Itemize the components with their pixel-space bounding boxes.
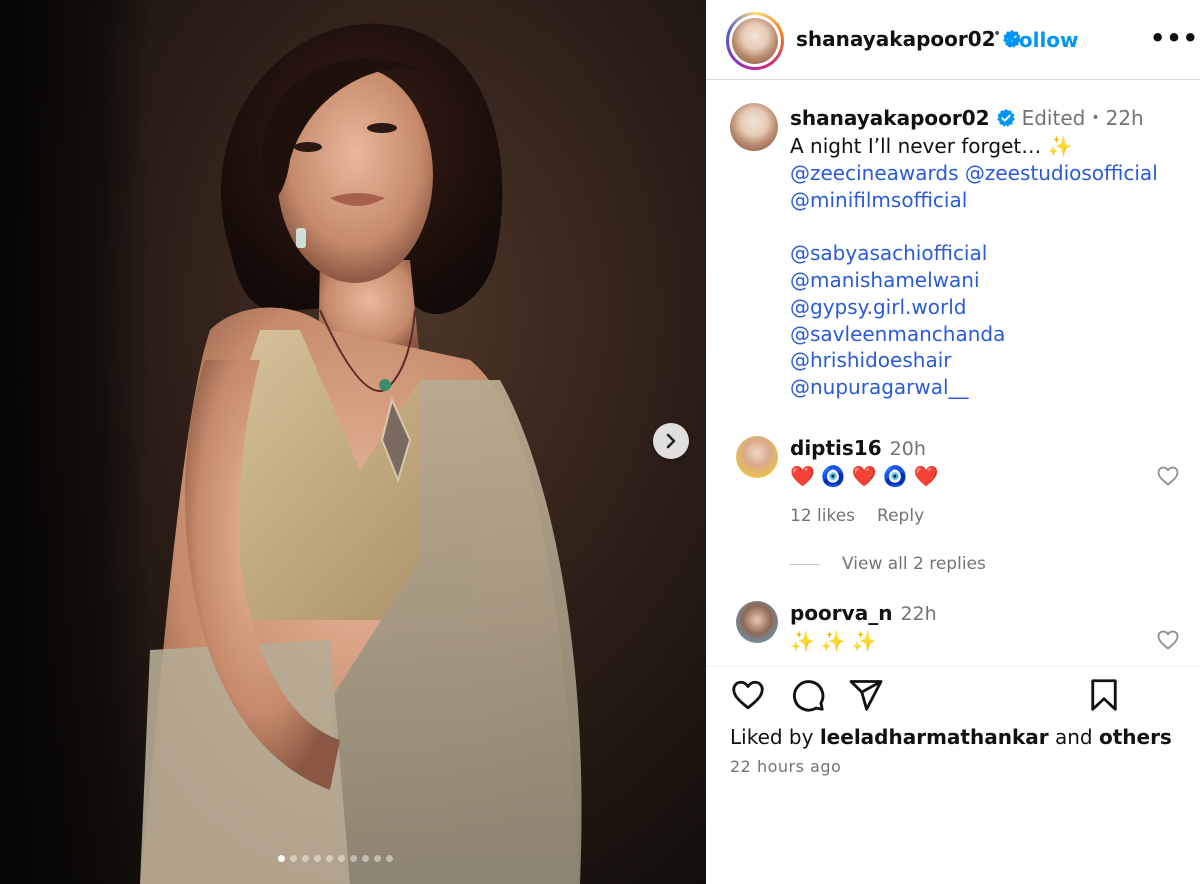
caption-separator: • bbox=[1091, 110, 1100, 126]
carousel-dot bbox=[374, 855, 381, 862]
caption-text: A night I’ll never forget… ✨ bbox=[790, 134, 1073, 158]
comment-username[interactable]: poorva_n bbox=[790, 601, 892, 625]
post-header: shanayakapoor02 • Follow ••• bbox=[706, 0, 1200, 80]
header-separator: • bbox=[993, 26, 1002, 42]
like-comment-heart-icon[interactable] bbox=[1156, 628, 1180, 652]
edited-label: Edited bbox=[1021, 106, 1086, 130]
author-username[interactable]: shanayakapoor02 bbox=[796, 27, 1022, 51]
carousel-dot bbox=[278, 855, 285, 862]
comment-likes[interactable]: 12 likes bbox=[790, 506, 855, 526]
liked-by-prefix: Liked by bbox=[730, 725, 814, 749]
liked-by-user[interactable]: leeladharmathankar bbox=[820, 725, 1049, 749]
mention-link[interactable]: @savleenmanchanda bbox=[790, 321, 1190, 348]
mention-link[interactable]: @nupuragarwal__ bbox=[790, 374, 1190, 401]
comment-header: diptis16 20h bbox=[790, 436, 926, 460]
carousel-dot bbox=[314, 855, 321, 862]
comment-time[interactable]: 22h bbox=[900, 603, 936, 625]
replies-divider bbox=[790, 563, 820, 565]
mention-link[interactable]: @zeecineawards @zeestudiosofficial bbox=[790, 160, 1190, 187]
mention-link[interactable]: @gypsy.girl.world bbox=[790, 294, 1190, 321]
chevron-right-icon bbox=[666, 433, 676, 449]
next-slide-button[interactable] bbox=[653, 423, 689, 459]
caption-time[interactable]: 22h bbox=[1106, 106, 1144, 130]
author-avatar-ring[interactable] bbox=[726, 12, 784, 70]
comment-meta: 12 likes Reply bbox=[790, 506, 924, 526]
comments-scroll-area[interactable]: shanayakapoor02 Edited • 22h A night I’l… bbox=[706, 81, 1200, 665]
caption-header: shanayakapoor02 Edited • 22h bbox=[790, 106, 1144, 130]
photo-figure bbox=[140, 23, 582, 884]
post-actions: Liked by leeladharmathankar and others 2… bbox=[706, 666, 1200, 884]
carousel-dot bbox=[386, 855, 393, 862]
carousel-dot bbox=[362, 855, 369, 862]
reply-button[interactable]: Reply bbox=[877, 506, 924, 526]
comment-text: ❤️🧿❤️🧿❤️ bbox=[790, 464, 945, 488]
view-replies-button[interactable]: View all 2 replies bbox=[790, 554, 986, 574]
caption-avatar[interactable] bbox=[730, 103, 778, 151]
verified-badge-icon bbox=[996, 108, 1015, 127]
follow-button[interactable]: Follow bbox=[1006, 28, 1079, 52]
comment-item: diptis16 20h ❤️🧿❤️🧿❤️ 12 likes Reply Vie… bbox=[706, 436, 1200, 576]
more-options-button[interactable]: ••• bbox=[1150, 26, 1199, 50]
comment-bubble-icon[interactable] bbox=[790, 677, 826, 713]
comment-header: poorva_n 22h bbox=[790, 601, 937, 625]
like-comment-heart-icon[interactable] bbox=[1156, 464, 1180, 488]
post-timestamp[interactable]: 22 hours ago bbox=[730, 757, 841, 776]
carousel-indicator bbox=[278, 855, 393, 862]
like-heart-icon[interactable] bbox=[730, 677, 766, 713]
carousel-dot bbox=[302, 855, 309, 862]
liked-by-others[interactable]: others bbox=[1099, 725, 1172, 749]
carousel-dot bbox=[290, 855, 297, 862]
comment-time[interactable]: 20h bbox=[890, 438, 926, 460]
carousel-dot bbox=[350, 855, 357, 862]
caption-text-block: A night I’ll never forget… ✨ @zeecineawa… bbox=[790, 133, 1190, 401]
post-image[interactable] bbox=[0, 0, 706, 884]
avatar[interactable] bbox=[736, 601, 778, 643]
share-send-icon[interactable] bbox=[848, 677, 884, 713]
avatar[interactable] bbox=[732, 18, 778, 64]
liked-by-and: and bbox=[1054, 725, 1093, 749]
carousel-dot bbox=[326, 855, 333, 862]
comment-text: ✨✨✨ bbox=[790, 629, 883, 653]
avatar[interactable] bbox=[736, 436, 778, 478]
carousel-dot bbox=[338, 855, 345, 862]
username-label[interactable]: shanayakapoor02 bbox=[796, 27, 996, 51]
liked-by-text: Liked by leeladharmathankar and others bbox=[730, 725, 1172, 749]
view-replies-label[interactable]: View all 2 replies bbox=[842, 554, 986, 574]
caption-username[interactable]: shanayakapoor02 bbox=[790, 106, 990, 130]
comment-username[interactable]: diptis16 bbox=[790, 436, 882, 460]
save-bookmark-icon[interactable] bbox=[1086, 677, 1122, 713]
mention-link[interactable]: @manishamelwani bbox=[790, 267, 1190, 294]
mention-link[interactable]: @hrishidoeshair bbox=[790, 347, 1190, 374]
mention-link[interactable]: @sabyasachiofficial bbox=[790, 240, 1190, 267]
comment-item: poorva_n 22h ✨✨✨ bbox=[706, 601, 1200, 661]
mention-link[interactable]: @minifilmsofficial bbox=[790, 187, 1190, 214]
post-side-panel: shanayakapoor02 • Follow ••• shanayakapo… bbox=[706, 0, 1200, 884]
